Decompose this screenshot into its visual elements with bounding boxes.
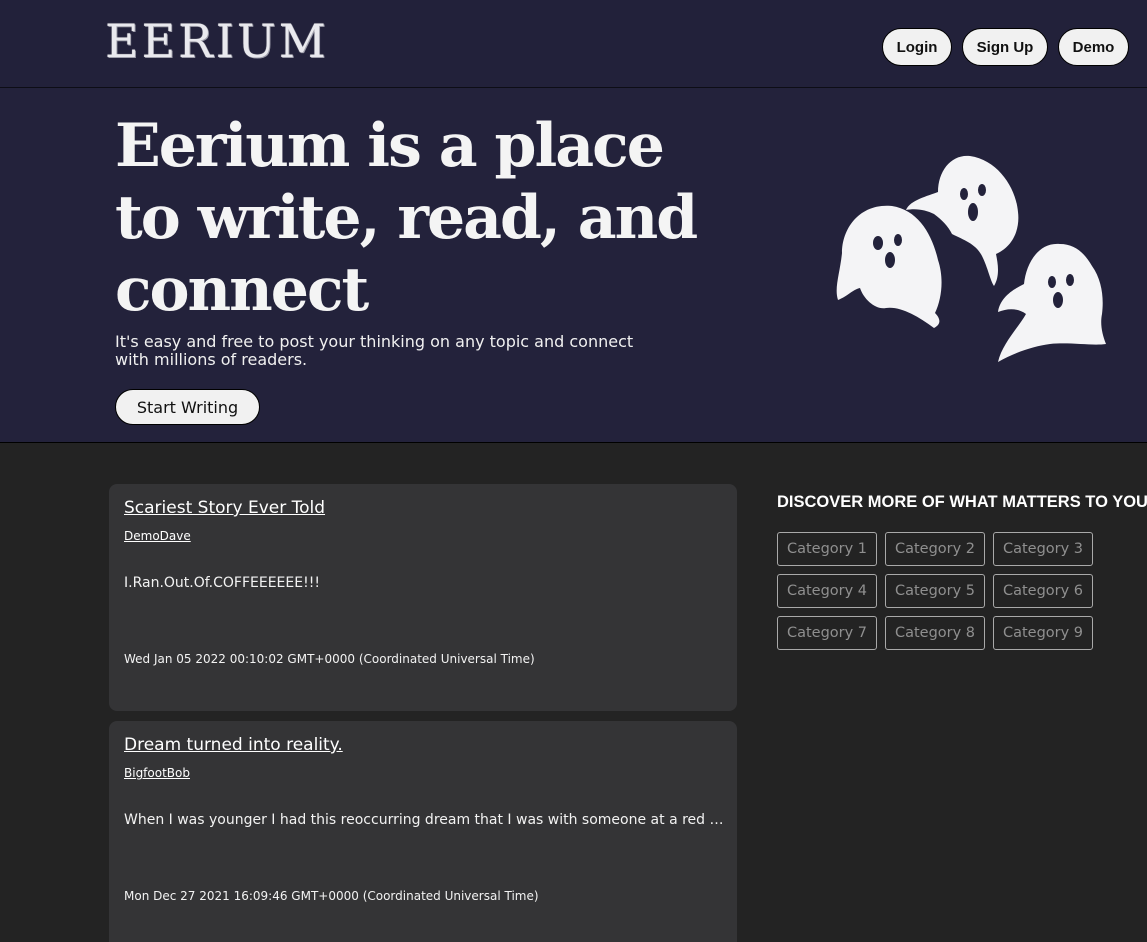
category-chip[interactable]: Category 9 bbox=[993, 616, 1093, 650]
hero-section: Eerium is a place to write, read, and co… bbox=[0, 88, 1147, 443]
category-chip[interactable]: Category 6 bbox=[993, 574, 1093, 608]
ghost-left-icon bbox=[836, 205, 942, 328]
category-chip[interactable]: Category 4 bbox=[777, 574, 877, 608]
story-card[interactable]: Scariest Story Ever Told DemoDave I.Ran.… bbox=[109, 484, 737, 711]
story-date: Wed Jan 05 2022 00:10:02 GMT+0000 (Coord… bbox=[124, 652, 535, 666]
category-chip[interactable]: Category 1 bbox=[777, 532, 877, 566]
login-button[interactable]: Login bbox=[882, 28, 952, 66]
category-chip[interactable]: Category 2 bbox=[885, 532, 985, 566]
hero-title: Eerium is a place to write, read, and co… bbox=[115, 111, 698, 325]
site-logo[interactable]: EERIUM bbox=[105, 14, 329, 68]
demo-button[interactable]: Demo bbox=[1058, 28, 1129, 66]
story-date: Mon Dec 27 2021 16:09:46 GMT+0000 (Coord… bbox=[124, 889, 539, 903]
story-author-link[interactable]: BigfootBob bbox=[124, 766, 190, 780]
discover-heading: DISCOVER MORE OF WHAT MATTERS TO YOU bbox=[777, 493, 1147, 511]
story-card[interactable]: Dream turned into reality. BigfootBob Wh… bbox=[109, 721, 737, 942]
story-title-link[interactable]: Scariest Story Ever Told bbox=[124, 498, 325, 518]
category-chip[interactable]: Category 5 bbox=[885, 574, 985, 608]
story-excerpt: When I was younger I had this reoccurrin… bbox=[124, 812, 724, 828]
category-chip[interactable]: Category 8 bbox=[885, 616, 985, 650]
story-author-link[interactable]: DemoDave bbox=[124, 529, 191, 543]
start-writing-button[interactable]: Start Writing bbox=[115, 389, 260, 425]
story-excerpt: I.Ran.Out.Of.COFFEEEEEE!!! bbox=[124, 575, 320, 591]
category-chip[interactable]: Category 7 bbox=[777, 616, 877, 650]
ghost-right-icon bbox=[998, 243, 1106, 362]
ghosts-icon bbox=[836, 155, 1106, 362]
story-title-link[interactable]: Dream turned into reality. bbox=[124, 735, 343, 755]
hero-subtitle: It's easy and free to post your thinking… bbox=[115, 332, 634, 369]
top-nav-bar: EERIUM Login Sign Up Demo bbox=[0, 0, 1147, 88]
signup-button[interactable]: Sign Up bbox=[962, 28, 1048, 66]
category-chip[interactable]: Category 3 bbox=[993, 532, 1093, 566]
